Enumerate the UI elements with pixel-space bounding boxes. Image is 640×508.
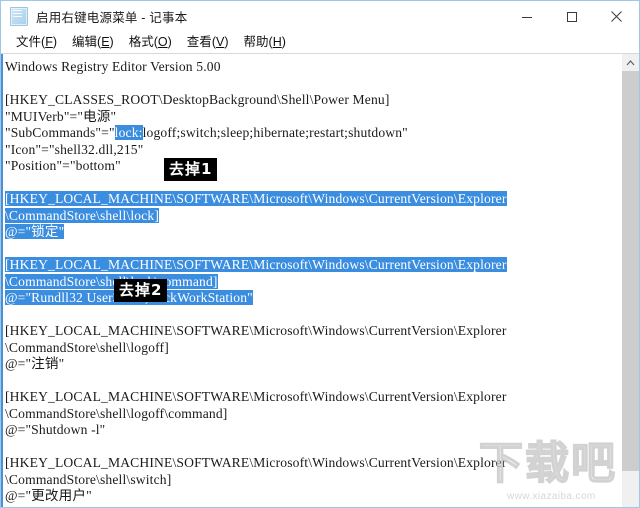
vertical-scrollbar[interactable] [621,54,639,507]
menu-item-help-mnemonic: H [272,34,282,49]
editor-line-text: [HKEY_LOCAL_MACHINE\SOFTWARE\Microsoft\W… [5,455,507,470]
editor-line-text: Windows Registry Editor Version 5.00 [5,59,221,74]
editor-line-text: [HKEY_LOCAL_MACHINE\SOFTWARE\Microsoft\W… [5,191,507,206]
window-title: 启用右键电源菜单 - 记事本 [36,11,188,25]
scroll-up-button[interactable] [622,54,639,71]
scrollbar-track[interactable] [622,71,639,507]
menu-item-help-label: 帮助 [243,34,269,49]
editor-line: \CommandStore\shell\logoff\command] [5,406,621,423]
editor-line-text: "MUIVerb"="电源" [5,108,117,124]
editor-line: @="Shutdown -l" [5,422,621,439]
editor-line: [HKEY_LOCAL_MACHINE\SOFTWARE\Microsoft\W… [5,389,621,406]
minimize-button[interactable] [504,1,549,32]
editor-line-text: \CommandStore\shell\lock] [5,207,160,223]
menu-item-format[interactable]: 格式(O) [122,33,179,53]
editor-line: [HKEY_CLASSES_ROOT\DesktopBackground\She… [5,92,621,109]
menu-item-view-mnemonic: V [215,34,225,49]
scrollbar-thumb[interactable] [622,71,639,471]
editor-line: \CommandStore\shell\lock\command] [5,273,621,291]
menu-item-help[interactable]: 帮助(H) [237,33,293,53]
menu-item-file-label: 文件 [16,34,42,49]
editor-line-text: "SubCommands"=" [5,125,115,140]
close-icon [611,11,622,22]
editor-line: [HKEY_LOCAL_MACHINE\SOFTWARE\Microsoft\W… [5,455,621,472]
editor-line: \CommandStore\shell\switch] [5,472,621,489]
editor-line: "SubCommands"="lock:logoff;switch;sleep;… [5,125,621,142]
editor-line: Windows Registry Editor Version 5.00 [5,59,621,76]
menu-item-file-mnemonic: F [45,34,53,49]
text-editor[interactable]: Windows Registry Editor Version 5.00 [HK… [1,54,621,507]
title-bar[interactable]: 启用右键电源菜单 - 记事本 [1,1,639,32]
menu-item-format-mnemonic: O [157,34,168,49]
editor-line-text: [HKEY_CLASSES_ROOT\DesktopBackground\She… [5,92,390,107]
editor-line-text: \CommandStore\shell\logoff] [5,339,169,355]
editor-line: [HKEY_LOCAL_MACHINE\SOFTWARE\Microsoft\W… [5,323,621,340]
close-button[interactable] [594,1,639,32]
editor-line: "Position"="bottom" [5,158,621,175]
editor-line: "MUIVerb"="电源" [5,109,621,126]
editor-line-text: @="锁定" [5,224,65,239]
menu-item-edit[interactable]: 编辑(E) [65,33,121,53]
menu-item-edit-mnemonic: E [101,34,110,49]
menu-item-file[interactable]: 文件(F) [9,33,64,53]
menu-item-format-label: 格式 [128,34,154,49]
annotation-callout-2: 去掉2 [114,279,168,302]
editor-line-text: logoff;switch;sleep;hibernate;restart;sh… [142,125,408,140]
editor-line-text: \CommandStore\shell\logoff\command] [5,405,228,421]
editor-line: \CommandStore\shell\logoff] [5,340,621,357]
editor-line-text: \CommandStore\shell\switch] [5,471,172,487]
editor-line-text: [HKEY_LOCAL_MACHINE\SOFTWARE\Microsoft\W… [5,257,507,272]
editor-line: "Icon"="shell32.dll,215" [5,142,621,159]
editor-line: [HKEY_LOCAL_MACHINE\SOFTWARE\Microsoft\W… [5,257,621,274]
minimize-icon [521,16,532,18]
chevron-up-icon [626,59,635,65]
editor-line: \CommandStore\shell\lock] [5,207,621,225]
notepad-window: 启用右键电源菜单 - 记事本 文件(F) 编辑(E) 格式(O) 查看(V) 帮… [0,0,640,508]
menu-item-view-label: 查看 [186,34,212,49]
editor-line-text: "Position"="bottom" [5,158,121,173]
editor-line-text: [HKEY_LOCAL_MACHINE\SOFTWARE\Microsoft\W… [5,323,507,338]
editor-line-text: "Icon"="shell32.dll,215" [5,141,144,157]
editor-line: @="更改用户" [5,488,621,505]
maximize-icon [566,11,577,22]
maximize-button[interactable] [549,1,594,32]
annotation-callout-1: 去掉1 [164,158,218,181]
menu-item-view[interactable]: 查看(V) [180,33,236,53]
focus-border [1,54,3,507]
editor-line-text: @="更改用户" [5,488,92,503]
window-controls [504,1,639,32]
highlighted-token: lock: [114,125,143,140]
title-bar-left: 启用右键电源菜单 - 记事本 [1,7,504,26]
editor-area: Windows Registry Editor Version 5.00 [HK… [1,53,639,507]
editor-line: @="锁定" [5,224,621,241]
editor-line-text: @="注销" [5,356,65,371]
editor-line-text: \CommandStore\shell\lock\command] [5,273,218,289]
editor-line: @="Rundll32 User32.dll,LockWorkStation" [5,290,621,307]
editor-line-text: @="Shutdown -l" [5,422,106,437]
menu-bar: 文件(F) 编辑(E) 格式(O) 查看(V) 帮助(H) [1,32,639,53]
notepad-icon [10,7,28,26]
editor-line-text: [HKEY_LOCAL_MACHINE\SOFTWARE\Microsoft\W… [5,389,507,404]
editor-line: [HKEY_LOCAL_MACHINE\SOFTWARE\Microsoft\W… [5,191,621,208]
menu-item-edit-label: 编辑 [72,34,98,49]
editor-line: @="注销" [5,356,621,373]
